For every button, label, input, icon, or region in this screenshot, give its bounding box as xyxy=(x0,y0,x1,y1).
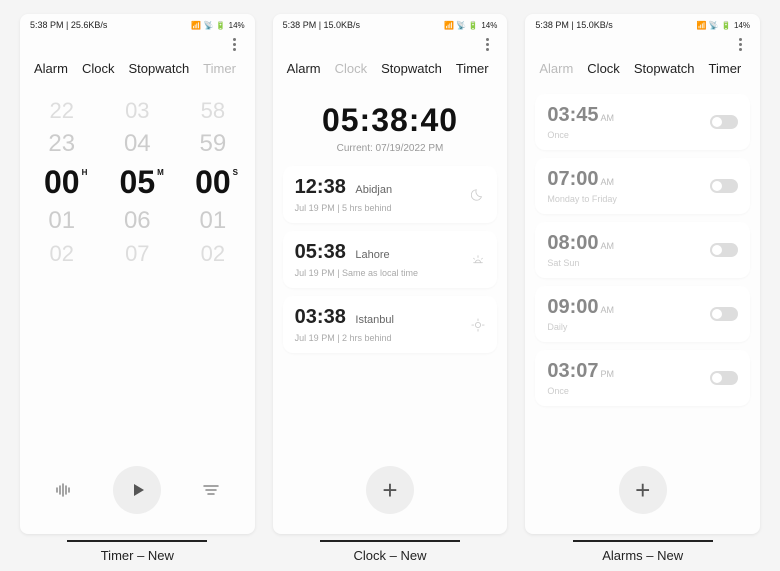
start-button[interactable] xyxy=(113,466,161,514)
caption-timer: Timer – New xyxy=(67,540,207,563)
alarm-toggle[interactable] xyxy=(710,371,738,385)
overflow-menu[interactable] xyxy=(229,38,241,51)
status-time: 5:38 PM | 25.6KB/s xyxy=(30,20,107,30)
status-icons: 📶 📡 🔋 14% xyxy=(191,21,244,30)
city-row[interactable]: 12:38 Abidjan Jul 19 PM | 5 hrs behind xyxy=(283,166,498,223)
tab-alarm[interactable]: Alarm xyxy=(539,61,573,76)
current-time: 05:38:40 Current: 07/19/2022 PM xyxy=(273,86,508,158)
alarm-row[interactable]: 07:00AMMonday to Friday xyxy=(535,158,750,214)
tab-alarm[interactable]: Alarm xyxy=(287,61,321,76)
status-icons: 📶 📡 🔋 14% xyxy=(697,21,750,30)
alarm-row[interactable]: 03:45AMOnce xyxy=(535,94,750,150)
city-row[interactable]: 03:38 Istanbul Jul 19 PM | 2 hrs behind xyxy=(283,296,498,353)
caption-clock: Clock – New xyxy=(320,540,460,563)
alarm-toggle[interactable] xyxy=(710,307,738,321)
city-row[interactable]: 05:38 Lahore Jul 19 PM | Same as local t… xyxy=(283,231,498,288)
tab-clock[interactable]: Clock xyxy=(82,61,115,76)
alarm-row[interactable]: 03:07PMOnce xyxy=(535,350,750,406)
alarm-toggle[interactable] xyxy=(710,179,738,193)
alarm-row[interactable]: 09:00AMDaily xyxy=(535,286,750,342)
overflow-menu[interactable] xyxy=(481,38,493,51)
moon-icon xyxy=(471,188,485,202)
tab-timer[interactable]: Timer xyxy=(709,61,742,76)
status-time: 5:38 PM | 15.0KB/s xyxy=(283,20,360,30)
alarm-toggle[interactable] xyxy=(710,115,738,129)
add-city-button[interactable]: + xyxy=(366,466,414,514)
caption-alarm: Alarms – New xyxy=(573,540,713,563)
minutes-wheel[interactable]: 03 04 05M 06 07 xyxy=(102,98,172,452)
phone-timer: 5:38 PM | 25.6KB/s 📶 📡 🔋 14% Alarm Clock… xyxy=(20,14,255,534)
status-bar: 5:38 PM | 25.6KB/s 📶 📡 🔋 14% xyxy=(20,14,255,36)
tab-bar: Alarm Clock Stopwatch Timer xyxy=(20,55,255,86)
tab-alarm[interactable]: Alarm xyxy=(34,61,68,76)
tab-stopwatch[interactable]: Stopwatch xyxy=(634,61,695,76)
status-bar: 5:38 PM | 15.0KB/s 📶 📡 🔋 14% xyxy=(273,14,508,36)
tab-bar: Alarm Clock Stopwatch Timer xyxy=(525,55,760,86)
status-icons: 📶 📡 🔋 14% xyxy=(444,21,497,30)
tab-clock[interactable]: Clock xyxy=(335,61,368,76)
tab-stopwatch[interactable]: Stopwatch xyxy=(128,61,189,76)
alarm-list: 03:45AMOnce 07:00AMMonday to Friday 08:0… xyxy=(525,86,760,466)
timer-picker[interactable]: 22 23 00H 01 02 03 04 05M 06 07 58 59 00… xyxy=(20,86,255,452)
world-clock-list: 12:38 Abidjan Jul 19 PM | 5 hrs behind 0… xyxy=(273,158,508,466)
alarm-row[interactable]: 08:00AMSat Sun xyxy=(535,222,750,278)
seconds-wheel[interactable]: 58 59 00S 01 02 xyxy=(178,98,248,452)
tab-stopwatch[interactable]: Stopwatch xyxy=(381,61,442,76)
status-time: 5:38 PM | 15.0KB/s xyxy=(535,20,612,30)
overflow-menu[interactable] xyxy=(734,38,746,51)
tab-timer[interactable]: Timer xyxy=(203,61,236,76)
phone-alarm: 5:38 PM | 15.0KB/s 📶 📡 🔋 14% Alarm Clock… xyxy=(525,14,760,534)
alarm-toggle[interactable] xyxy=(710,243,738,257)
hours-wheel[interactable]: 22 23 00H 01 02 xyxy=(27,98,97,452)
status-bar: 5:38 PM | 15.0KB/s 📶 📡 🔋 14% xyxy=(525,14,760,36)
add-alarm-button[interactable]: + xyxy=(619,466,667,514)
tab-clock[interactable]: Clock xyxy=(587,61,620,76)
sun-icon xyxy=(471,318,485,332)
phone-clock: 5:38 PM | 15.0KB/s 📶 📡 🔋 14% Alarm Clock… xyxy=(273,14,508,534)
sunset-icon xyxy=(471,253,485,267)
tab-timer[interactable]: Timer xyxy=(456,61,489,76)
sound-button[interactable] xyxy=(45,471,83,509)
tab-bar: Alarm Clock Stopwatch Timer xyxy=(273,55,508,86)
presets-button[interactable] xyxy=(192,471,230,509)
